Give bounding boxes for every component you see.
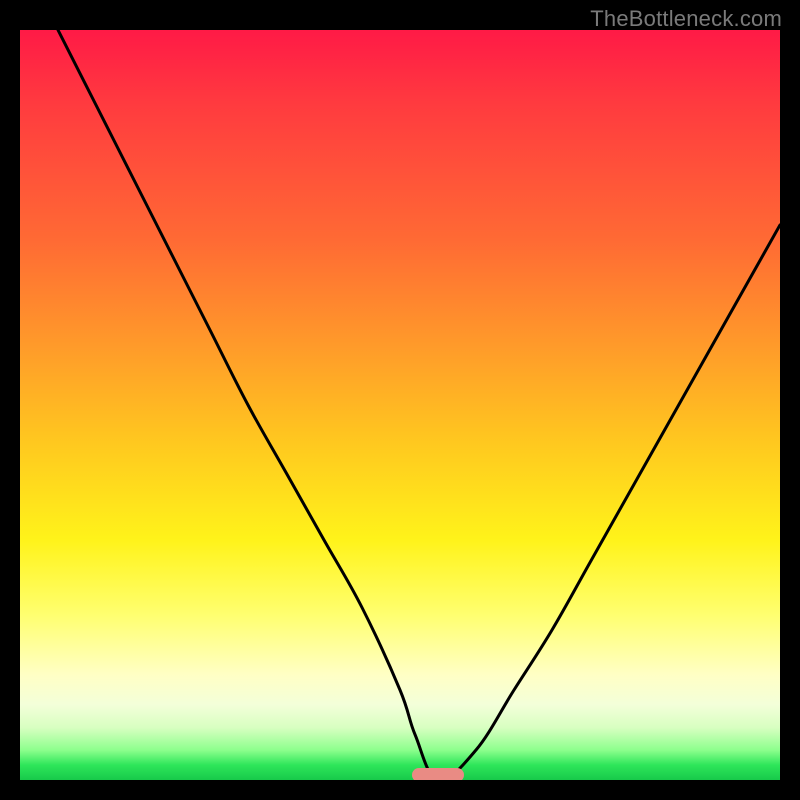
watermark-text: TheBottleneck.com [590, 6, 782, 32]
bottleneck-curve [20, 30, 780, 780]
minimum-marker [412, 768, 464, 780]
chart-frame: TheBottleneck.com [0, 0, 800, 800]
plot-area [20, 30, 780, 780]
